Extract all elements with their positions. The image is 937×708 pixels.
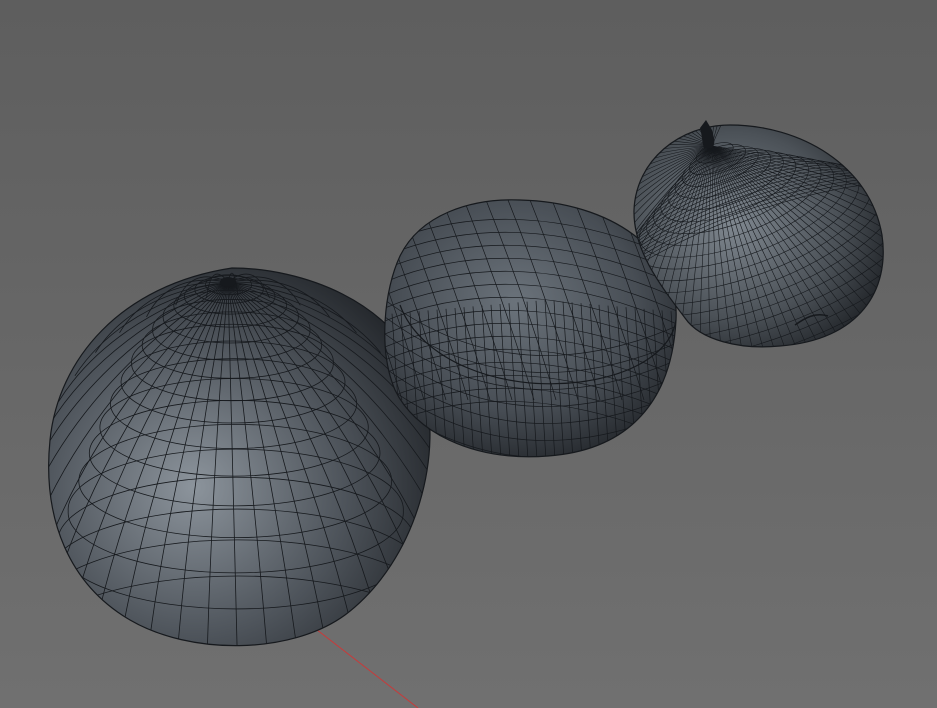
viewport-scene[interactable] — [0, 0, 937, 708]
whole-fruit-stem-tip — [220, 277, 236, 287]
3d-viewport[interactable] — [0, 0, 937, 708]
half-fruit-cut-surface — [384, 199, 677, 457]
